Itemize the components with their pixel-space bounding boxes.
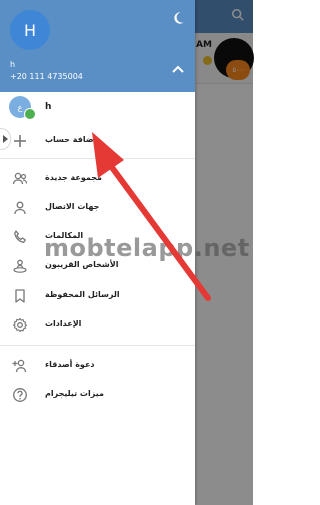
add-account-label: إضافة حساب — [45, 135, 97, 144]
menu-label-saved-messages: الرسائل المحفوظة — [45, 290, 120, 299]
divider — [0, 345, 195, 346]
phone-icon — [14, 230, 26, 243]
divider — [0, 158, 195, 159]
user-avatar[interactable]: H — [10, 10, 50, 50]
account-name: h — [45, 102, 52, 112]
plus-icon — [14, 135, 26, 147]
menu-item-telegram-features[interactable]: ميزات تيليجرام — [0, 380, 195, 410]
menu-item-new-group[interactable]: مجموعة جديدة — [0, 164, 195, 194]
menu-label-invite-friends: دعوة أصدقاء — [45, 360, 95, 369]
menu-label-contacts: جهات الاتصال — [45, 202, 100, 211]
account-row[interactable]: ع h — [0, 92, 195, 126]
drawer-header: H h +20 111 4735004 — [0, 0, 195, 92]
group-icon — [12, 172, 28, 185]
moon-icon[interactable] — [171, 11, 185, 25]
user-name: h — [10, 60, 16, 69]
gear-icon — [12, 317, 28, 333]
menu-item-invite-friends[interactable]: دعوة أصدقاء — [0, 351, 195, 381]
help-icon — [13, 388, 27, 402]
check-icon — [24, 108, 36, 120]
menu-item-contacts[interactable]: جهات الاتصال — [0, 193, 195, 223]
menu-item-saved-messages[interactable]: الرسائل المحفوظة — [0, 281, 195, 311]
add-account-button[interactable]: إضافة حساب — [0, 126, 195, 156]
menu-item-settings[interactable]: الإعدادات — [0, 310, 195, 340]
menu-label-settings: الإعدادات — [45, 319, 82, 328]
chevron-right-icon — [3, 135, 8, 143]
menu-label-new-group: مجموعة جديدة — [45, 173, 102, 182]
add-person-icon — [12, 359, 27, 373]
person-icon — [14, 201, 26, 215]
menu-label-telegram-features: ميزات تيليجرام — [45, 389, 104, 398]
watermark: mobtelapp.net — [44, 234, 250, 262]
chevron-up-icon[interactable] — [171, 64, 185, 74]
people-nearby-icon — [13, 259, 27, 273]
user-phone: +20 111 4735004 — [10, 72, 83, 81]
bookmark-icon — [15, 289, 25, 303]
